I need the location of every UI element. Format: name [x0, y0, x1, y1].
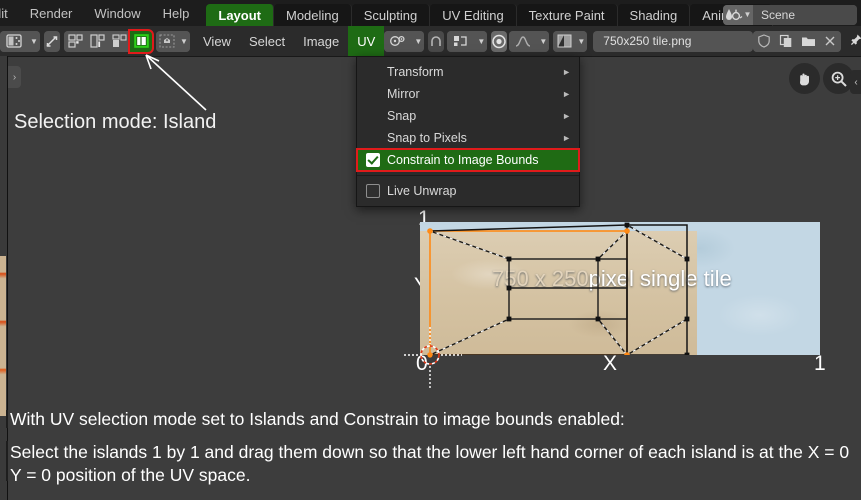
submenu-arrow-icon: ► — [562, 67, 571, 77]
pin-icon[interactable] — [847, 31, 861, 52]
pivot-chevron-down-icon[interactable]: ▼ — [412, 30, 425, 52]
menu-edit[interactable]: dit — [0, 0, 19, 26]
uv-menu-item-live-unwrap[interactable]: Live Unwrap — [357, 180, 579, 202]
uv-editor-header: ▼ ▼ View Select Image UV ▼ ▼ ▼ ▼ 750x250… — [0, 26, 861, 57]
image-actions-group — [753, 30, 842, 52]
uv-menu-item-constrain-label: Constrain to Image Bounds — [387, 153, 539, 167]
uv-menu-item-transform[interactable]: Transform ► — [357, 61, 579, 83]
snap-target-icon — [447, 30, 476, 52]
instruction-bar-1 — [6, 410, 8, 428]
adjacent-editor-content — [0, 256, 6, 416]
uv-menu-item-mirror-label: Mirror — [387, 87, 420, 101]
uv-face-select-icon[interactable] — [108, 30, 130, 52]
header-menu-select[interactable]: Select — [240, 26, 294, 56]
hand-icon — [799, 73, 809, 85]
menu-window[interactable]: Window — [83, 0, 151, 26]
menu-render[interactable]: Render — [19, 0, 84, 26]
submenu-arrow-icon: ► — [562, 133, 571, 143]
workspace-tabs: Layout Modeling Sculpting UV Editing Tex… — [206, 0, 774, 26]
submenu-arrow-icon: ► — [562, 111, 571, 121]
scene-icon: ▼ — [723, 4, 753, 25]
live-unwrap-checkbox[interactable] — [366, 184, 380, 198]
uv-edge-select-icon[interactable] — [86, 30, 108, 52]
blender-window: dit Render Window Help Layout Modeling S… — [0, 0, 861, 500]
uv-menu-dropdown: Transform ► Mirror ► Snap ► Snap to Pixe… — [356, 56, 580, 207]
instruction-line-2: Select the islands 1 by 1 and drag them … — [10, 442, 850, 485]
instruction-line-1: With UV selection mode set to Islands an… — [10, 409, 625, 429]
uv-island-select-icon[interactable] — [128, 28, 154, 54]
instruction-bar-2 — [6, 441, 8, 481]
close-icon[interactable] — [819, 30, 842, 52]
tab-modeling[interactable]: Modeling — [274, 4, 352, 26]
falloff-curve-icon — [509, 30, 538, 52]
uv-mesh-edges — [429, 224, 688, 355]
magnifier-icon — [831, 71, 847, 87]
falloff-chevron-down-icon[interactable]: ▼ — [537, 30, 550, 52]
image-datablock-icon — [553, 30, 576, 52]
tab-sculpting[interactable]: Sculpting — [351, 4, 431, 26]
uv-menu-item-snap[interactable]: Snap ► — [357, 105, 579, 127]
adjacent-editor-sliver — [0, 56, 8, 500]
sticky-selection-group[interactable]: ▼ — [156, 30, 190, 52]
uv-menu-item-mirror[interactable]: Mirror ► — [357, 83, 579, 105]
header-menu-image[interactable]: Image — [294, 26, 348, 56]
2d-cursor-icon — [404, 327, 462, 389]
uv-vertex-select-icon[interactable] — [64, 30, 86, 52]
uv-menu-item-live-unwrap-label: Live Unwrap — [387, 184, 457, 198]
tab-texture-paint[interactable]: Texture Paint — [516, 4, 618, 26]
annotation-selection-mode: Selection mode: Island — [14, 111, 217, 133]
menu-divider — [357, 175, 579, 176]
uv-editor-icon — [0, 30, 28, 52]
tab-shading[interactable]: Shading — [617, 4, 691, 26]
uv-menu-item-snap-to-pixels-label: Snap to Pixels — [387, 131, 467, 145]
scene-datablock[interactable]: ▼ Scene — [723, 4, 857, 25]
scene-name-field[interactable]: Scene — [753, 4, 857, 25]
sticky-chevron-down-icon[interactable]: ▼ — [178, 30, 190, 52]
top-menu-bar: dit Render Window Help Layout Modeling S… — [0, 0, 861, 26]
toolbar-toggle-chevron-right-icon[interactable]: › — [8, 66, 21, 88]
copy-icon[interactable] — [775, 30, 798, 52]
constrain-checkbox[interactable] — [366, 153, 380, 167]
sidebar-toggle-chevron-left-icon[interactable]: ‹ — [850, 70, 861, 94]
editor-type-chevron-down-icon[interactable]: ▼ — [28, 30, 40, 52]
header-menu-uv[interactable]: UV — [348, 26, 385, 56]
uv-menu-item-snap-label: Snap — [387, 109, 417, 123]
uv-axis-right-label: 1 — [814, 352, 826, 375]
menu-help[interactable]: Help — [152, 0, 201, 26]
snap-target-chevron-down-icon[interactable]: ▼ — [475, 30, 488, 52]
uv-wireframe-overlay — [427, 222, 690, 355]
uv-menu-item-constrain-to-image-bounds[interactable]: Constrain to Image Bounds — [356, 148, 580, 172]
snap-target-group[interactable]: ▼ — [447, 30, 488, 52]
editor-type-selector[interactable]: ▼ — [0, 30, 40, 52]
pivot-point-icon — [384, 30, 413, 52]
tab-uv-editing[interactable]: UV Editing — [430, 4, 517, 26]
shield-icon[interactable] — [753, 30, 776, 52]
sticky-selection-icon — [156, 30, 178, 52]
image-datablock-chevron-down-icon[interactable]: ▼ — [575, 30, 588, 52]
proportional-editing-icon[interactable] — [491, 30, 508, 52]
falloff-group[interactable]: ▼ — [509, 30, 550, 52]
uv-axis-x-label: X — [603, 352, 618, 375]
image-datablock-group[interactable]: ▼ — [553, 30, 588, 52]
annotation-arrow-icon — [145, 54, 207, 111]
uv-menu-item-transform-label: Transform — [387, 65, 444, 79]
uv-sync-selection-icon[interactable] — [44, 30, 60, 52]
submenu-arrow-icon: ► — [562, 89, 571, 99]
uv-menu-item-snap-to-pixels[interactable]: Snap to Pixels ► — [357, 127, 579, 149]
uv-canvas[interactable]: 750 x 250pixel single tile — [420, 222, 820, 355]
folder-icon[interactable] — [797, 30, 820, 52]
scene-selector-area: ▼ Scene — [723, 0, 861, 26]
pan-gizmo[interactable] — [789, 63, 820, 94]
snap-magnet-icon[interactable] — [428, 30, 445, 52]
instruction-block: With UV selection mode set to Islands an… — [6, 408, 850, 497]
pivot-point-group[interactable]: ▼ — [384, 30, 425, 52]
image-name-field[interactable]: 750x250 tile.png — [593, 30, 754, 52]
tab-layout[interactable]: Layout — [206, 4, 274, 26]
uv-selection-mode-group — [64, 28, 154, 54]
